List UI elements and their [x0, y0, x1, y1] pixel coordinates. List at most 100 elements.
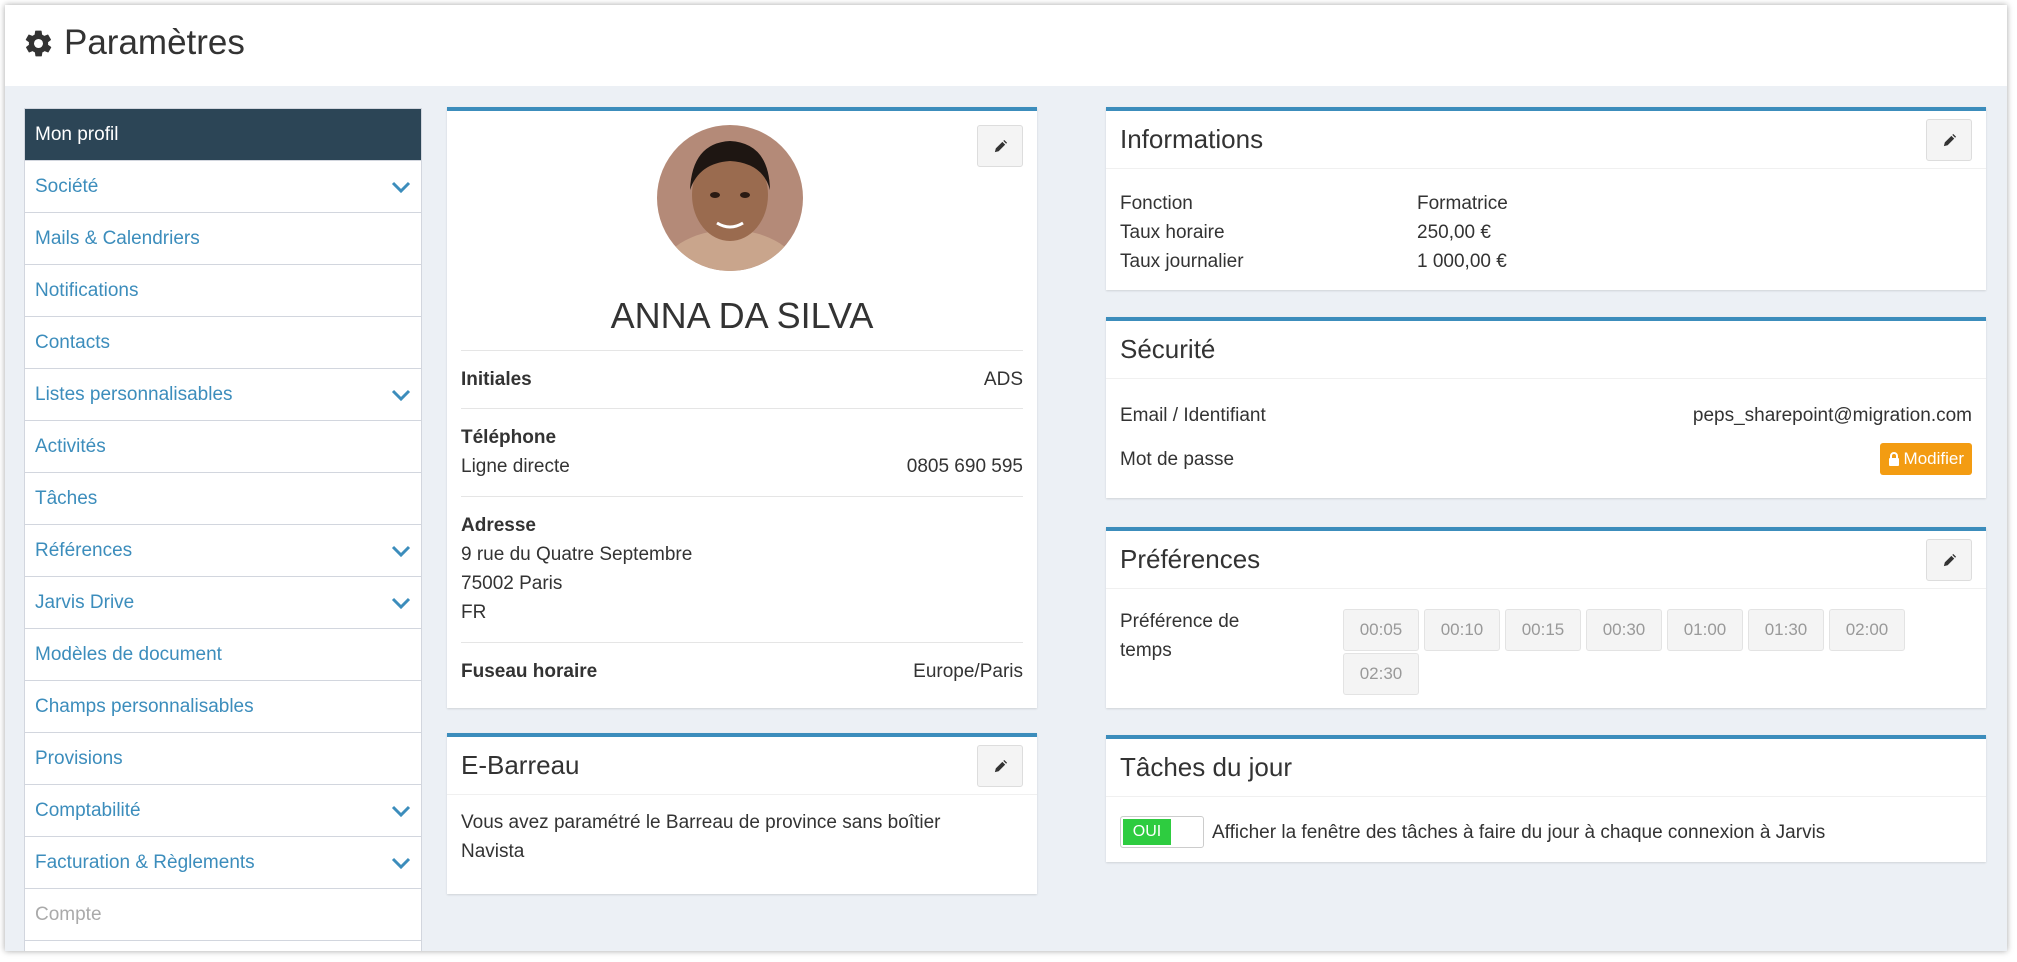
address-label: Adresse — [461, 515, 536, 536]
address-line-3: FR — [461, 602, 487, 623]
divider — [461, 350, 1023, 351]
initials-value: ADS — [983, 369, 1023, 390]
initials-row: Initiales ADS — [461, 365, 1023, 394]
sidebar-item-activites[interactable]: Activités — [25, 421, 421, 473]
taux-journalier-label: Taux journalier — [1120, 251, 1244, 272]
sidebar-item-label: Contacts — [35, 331, 110, 353]
daily-tasks-text: Afficher la fenêtre des tâches à faire d… — [1212, 822, 1826, 843]
sidebar-item-champs-personnalisables[interactable]: Champs personnalisables — [25, 681, 421, 733]
sidebar-item-label: Société — [35, 175, 99, 197]
pencil-icon — [994, 759, 1007, 772]
taches-title: Tâches du jour — [1106, 739, 1986, 797]
securite-title: Sécurité — [1106, 321, 1986, 379]
sidebar-item-notifications[interactable]: Notifications — [25, 265, 421, 317]
taux-horaire-label: Taux horaire — [1120, 222, 1225, 243]
ebarreau-title: E-Barreau — [447, 737, 1037, 795]
avatar-portrait — [657, 125, 803, 271]
daily-tasks-toggle[interactable]: OUI — [1120, 816, 1204, 848]
sidebar-item-listes-personnalisables[interactable]: Listes personnalisables — [25, 369, 421, 421]
informations-title: Informations — [1106, 111, 1986, 169]
sidebar-item-provisions[interactable]: Provisions — [25, 733, 421, 785]
email-label: Email / Identifiant — [1120, 405, 1266, 426]
gear-icon — [25, 30, 52, 56]
page-header: Paramètres — [5, 5, 2007, 86]
time-option-0130[interactable]: 01:30 — [1748, 609, 1824, 651]
chevron-down-icon — [391, 597, 411, 609]
fonction-value: Formatrice — [1417, 193, 1508, 214]
taux-horaire-value: 250,00 € — [1417, 222, 1491, 243]
sidebar-item-label: Modèles de document — [35, 643, 222, 665]
timezone-value: Europe/Paris — [913, 661, 1023, 682]
toggle-on-label: OUI — [1121, 817, 1173, 847]
lock-icon — [1888, 452, 1899, 466]
email-value: peps_sharepoint@migration.com — [1692, 405, 1972, 426]
preferences-title: Préférences — [1106, 531, 1986, 589]
sidebar-item-mails-calendriers[interactable]: Mails & Calendriers — [25, 213, 421, 265]
chevron-down-icon — [391, 857, 411, 869]
chevron-down-icon — [391, 181, 411, 193]
phone-label: Téléphone — [461, 427, 557, 448]
sidebar-item-label: Activités — [35, 435, 106, 457]
edit-ebarreau-button[interactable] — [977, 745, 1023, 787]
modify-label: Modifier — [1903, 449, 1964, 468]
preferences-panel: Préférences Préférence de temps 00:05 00… — [1106, 527, 1986, 708]
taches-panel: Tâches du jour OUI Afficher la fenêtre d… — [1106, 735, 1986, 862]
address-line-2: 75002 Paris — [461, 573, 563, 594]
sidebar-item-label: Provisions — [35, 747, 123, 769]
time-preference-label: Préférence de temps — [1120, 611, 1240, 661]
sidebar-item-references[interactable]: Références — [25, 525, 421, 577]
sidebar-item-label: Champs personnalisables — [35, 695, 254, 717]
edit-informations-button[interactable] — [1926, 119, 1972, 161]
time-option-0010[interactable]: 00:10 — [1424, 609, 1500, 651]
sidebar-item-modeles-document[interactable]: Modèles de document — [25, 629, 421, 681]
time-option-0005[interactable]: 00:05 — [1343, 609, 1419, 651]
edit-preferences-button[interactable] — [1926, 539, 1972, 581]
phone-value: 0805 690 595 — [906, 456, 1023, 477]
sidebar-item-label: Compte — [35, 903, 102, 925]
modify-password-button[interactable]: Modifier — [1879, 443, 1972, 475]
sidebar-item-facturation-reglements[interactable]: Facturation & Règlements — [25, 837, 421, 889]
sidebar-item-label: Jarvis Drive — [35, 591, 135, 613]
chevron-down-icon — [391, 805, 411, 817]
avatar — [657, 125, 803, 271]
sidebar-item-societe[interactable]: Société — [25, 161, 421, 213]
address-label-row: Adresse — [461, 511, 1023, 540]
address-line-1: 9 rue du Quatre Septembre — [461, 544, 693, 565]
divider — [461, 408, 1023, 409]
time-option-0015[interactable]: 00:15 — [1505, 609, 1581, 651]
sidebar-item-contacts[interactable]: Contacts — [25, 317, 421, 369]
sidebar-item-label: Comptabilité — [35, 799, 141, 821]
time-option-0100[interactable]: 01:00 — [1667, 609, 1743, 651]
sidebar-item-taches[interactable]: Tâches — [25, 473, 421, 525]
phone-label-row: Téléphone — [461, 423, 1023, 452]
chevron-down-icon — [391, 389, 411, 401]
time-option-0030[interactable]: 00:30 — [1586, 609, 1662, 651]
time-option-0200[interactable]: 02:00 — [1829, 609, 1905, 651]
pencil-icon — [1943, 133, 1956, 146]
sidebar-item-label: Références — [35, 539, 133, 561]
sidebar-item-jarvis-drive[interactable]: Jarvis Drive — [25, 577, 421, 629]
chevron-down-icon — [391, 545, 411, 557]
sidebar-item-compte[interactable]: Compte — [25, 889, 421, 941]
time-option-0230[interactable]: 02:30 — [1343, 653, 1419, 695]
profile-panel: ANNA DA SILVA Initiales ADS Téléphone Li… — [447, 107, 1037, 708]
password-label: Mot de passe — [1120, 449, 1235, 470]
sidebar-item-comptabilite[interactable]: Comptabilité — [25, 785, 421, 837]
settings-window: Paramètres Mon profil Société Mails & Ca… — [5, 5, 2007, 951]
divider — [461, 642, 1023, 643]
phone-row: Ligne directe 0805 690 595 — [461, 452, 1023, 481]
fonction-label: Fonction — [1120, 193, 1193, 214]
settings-sidebar: Mon profil Société Mails & Calendriers N… — [24, 108, 422, 951]
taux-journalier-value: 1 000,00 € — [1417, 251, 1507, 272]
sidebar-item-mon-profil[interactable]: Mon profil — [25, 109, 421, 161]
divider — [461, 496, 1023, 497]
ebarreau-panel: E-Barreau Vous avez paramétré le Barreau… — [447, 733, 1037, 894]
sidebar-item-label: Mails & Calendriers — [35, 227, 200, 249]
timezone-row: Fuseau horaire Europe/Paris — [461, 657, 1023, 686]
securite-panel: Sécurité Email / Identifiant peps_sharep… — [1106, 317, 1986, 498]
edit-profile-button[interactable] — [977, 125, 1023, 167]
informations-panel: Informations Fonction Formatrice Taux ho… — [1106, 107, 1986, 290]
phone-type: Ligne directe — [461, 456, 570, 477]
timezone-label: Fuseau horaire — [461, 661, 598, 682]
sidebar-item-label: Listes personnalisables — [35, 383, 233, 405]
